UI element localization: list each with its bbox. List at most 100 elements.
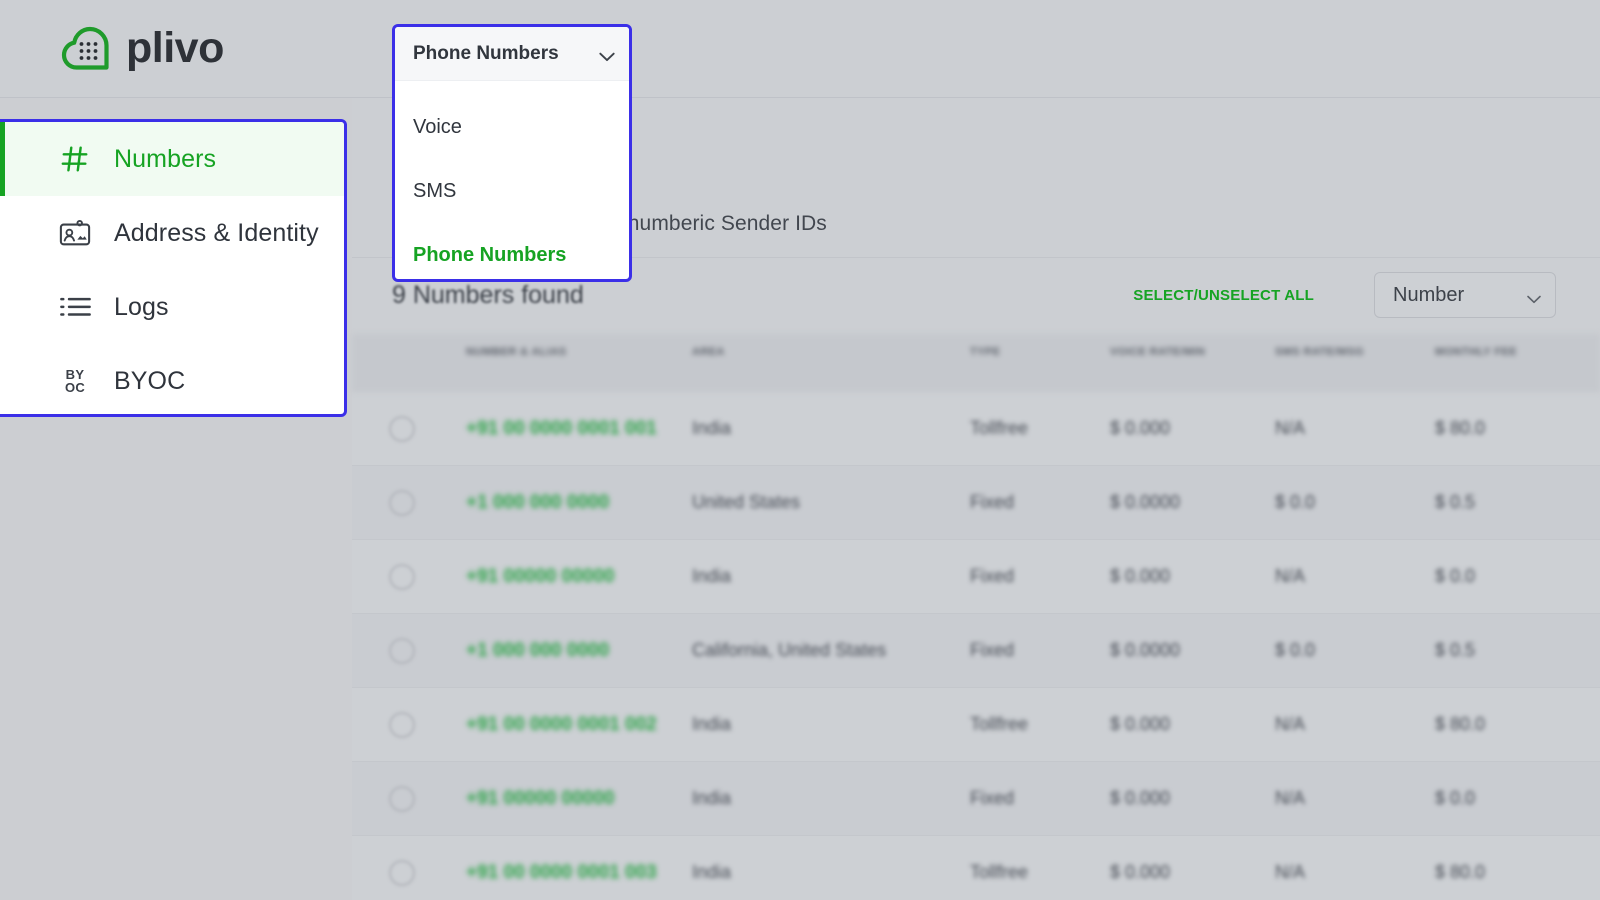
- cell-monthly-fee: $ 0.0: [1435, 788, 1585, 809]
- row-checkbox[interactable]: [389, 712, 415, 738]
- brand-name: plivo: [126, 27, 224, 70]
- numbers-table: NUMBER & ALIAS AREA TYPE VOICE RATE/MIN …: [352, 334, 1600, 900]
- cell-area: United States: [692, 492, 970, 513]
- sidebar-item-numbers[interactable]: Numbers: [0, 122, 344, 196]
- cell-type: Fixed: [970, 640, 1110, 661]
- row-checkbox-cell[interactable]: [352, 712, 452, 738]
- sidebar-item-label: Logs: [114, 293, 169, 322]
- cell-voice-rate: $ 0.0000: [1110, 640, 1275, 661]
- cell-voice-rate: $ 0.000: [1110, 566, 1275, 587]
- cell-sms-rate: $ 0.0: [1275, 492, 1435, 513]
- dropdown-option-phone-numbers[interactable]: Phone Numbers: [395, 223, 629, 282]
- row-checkbox-cell[interactable]: [352, 860, 452, 886]
- sidebar-nav-panel: Numbers Address & Identity: [0, 119, 347, 417]
- table-body: +91 00 0000 0001 001IndiaTollfree$ 0.000…: [352, 392, 1600, 900]
- hash-icon: [58, 142, 92, 176]
- row-checkbox[interactable]: [389, 638, 415, 664]
- header-cell-voice-rate: VOICE RATE/MIN: [1110, 346, 1275, 360]
- cell-sms-rate: N/A: [1275, 714, 1435, 735]
- table-row[interactable]: +91 00 0000 0001 001IndiaTollfree$ 0.000…: [352, 392, 1600, 466]
- sidebar-item-address-identity[interactable]: Address & Identity: [0, 196, 344, 270]
- cell-number: +1 000 000 0000: [452, 640, 692, 662]
- cell-type: Tollfree: [970, 418, 1110, 439]
- cell-voice-rate: $ 0.000: [1110, 862, 1275, 883]
- cell-monthly-fee: $ 0.0: [1435, 566, 1585, 587]
- cell-type: Fixed: [970, 566, 1110, 587]
- cell-voice-rate: $ 0.000: [1110, 418, 1275, 439]
- row-checkbox-cell[interactable]: [352, 490, 452, 516]
- cell-number: +91 00000 00000: [452, 566, 692, 588]
- header-cell-number-alias: NUMBER & ALIAS: [452, 346, 692, 360]
- id-card-icon: [58, 216, 92, 250]
- cell-number: +91 00000 00000: [452, 788, 692, 810]
- sidebar-item-byoc[interactable]: BYOC BYOC: [0, 344, 344, 417]
- sidebar-item-label: Address & Identity: [114, 219, 319, 248]
- cell-monthly-fee: $ 80.0: [1435, 714, 1585, 735]
- list-icon: [58, 290, 92, 324]
- table-header-row: NUMBER & ALIAS AREA TYPE VOICE RATE/MIN …: [352, 334, 1600, 392]
- cell-sms-rate: N/A: [1275, 788, 1435, 809]
- cell-sms-rate: N/A: [1275, 418, 1435, 439]
- cell-area: India: [692, 714, 970, 735]
- cell-number: +91 00 0000 0001 001: [452, 418, 692, 440]
- header-cell-area: AREA: [692, 346, 970, 360]
- cell-voice-rate: $ 0.000: [1110, 788, 1275, 809]
- row-checkbox[interactable]: [389, 786, 415, 812]
- top-bar: plivo: [0, 0, 1600, 98]
- select-unselect-all-button[interactable]: SELECT/UNSELECT ALL: [1133, 287, 1314, 304]
- table-row[interactable]: +91 00 0000 0001 003IndiaTollfree$ 0.000…: [352, 836, 1600, 900]
- header-cell-monthly-fee: MONTHLY FEE: [1435, 346, 1585, 360]
- dropdown-options-list: Voice SMS Phone Numbers: [395, 81, 629, 282]
- table-row[interactable]: +91 00 0000 0001 002IndiaTollfree$ 0.000…: [352, 688, 1600, 762]
- cell-number: +1 000 000 0000: [452, 492, 692, 514]
- cell-type: Tollfree: [970, 862, 1110, 883]
- dropdown-toggle[interactable]: Phone Numbers: [395, 27, 629, 81]
- cell-type: Fixed: [970, 492, 1110, 513]
- row-checkbox-cell[interactable]: [352, 638, 452, 664]
- row-checkbox-cell[interactable]: [352, 416, 452, 442]
- row-checkbox[interactable]: [389, 564, 415, 590]
- cell-area: India: [692, 566, 970, 587]
- byoc-icon-text: BYOC: [65, 368, 85, 394]
- brand-logo[interactable]: plivo: [60, 24, 224, 72]
- sidebar-item-logs[interactable]: Logs: [0, 270, 344, 344]
- cell-type: Fixed: [970, 788, 1110, 809]
- row-checkbox-cell[interactable]: [352, 786, 452, 812]
- row-checkbox-cell[interactable]: [352, 564, 452, 590]
- dropdown-option-sms[interactable]: SMS: [395, 159, 629, 223]
- dropdown-selected-label: Phone Numbers: [413, 43, 559, 65]
- cell-monthly-fee: $ 0.5: [1435, 492, 1585, 513]
- chevron-down-icon: [599, 49, 613, 58]
- cloud-keypad-icon: [60, 24, 114, 72]
- cell-type: Tollfree: [970, 714, 1110, 735]
- row-checkbox[interactable]: [389, 416, 415, 442]
- cell-voice-rate: $ 0.0000: [1110, 492, 1275, 513]
- cell-number: +91 00 0000 0001 003: [452, 862, 692, 884]
- app-window: plivo New Number Alphanumberic Sender ID…: [0, 0, 1600, 900]
- cell-sms-rate: N/A: [1275, 862, 1435, 883]
- cell-area: California, United States: [692, 640, 970, 661]
- cell-area: India: [692, 862, 970, 883]
- cell-sms-rate: N/A: [1275, 566, 1435, 587]
- dropdown-option-voice[interactable]: Voice: [395, 95, 629, 159]
- results-count: 9 Numbers found: [392, 281, 584, 310]
- cell-area: India: [692, 788, 970, 809]
- table-row[interactable]: +91 00000 00000IndiaFixed$ 0.000N/A$ 0.0: [352, 762, 1600, 836]
- table-row[interactable]: +1 000 000 0000California, United States…: [352, 614, 1600, 688]
- cell-monthly-fee: $ 80.0: [1435, 418, 1585, 439]
- cell-voice-rate: $ 0.000: [1110, 714, 1275, 735]
- sort-by-select[interactable]: Number: [1374, 272, 1556, 318]
- header-cell-sms-rate: SMS RATE/MSG: [1275, 346, 1435, 360]
- sidebar-item-label: BYOC: [114, 367, 185, 396]
- row-checkbox[interactable]: [389, 490, 415, 516]
- product-switcher-dropdown: Phone Numbers Voice SMS Phone Numbers: [392, 24, 632, 282]
- row-checkbox[interactable]: [389, 860, 415, 886]
- cell-sms-rate: $ 0.0: [1275, 640, 1435, 661]
- sidebar-item-label: Numbers: [114, 145, 216, 174]
- byoc-icon: BYOC: [58, 364, 92, 398]
- cell-monthly-fee: $ 0.5: [1435, 640, 1585, 661]
- cell-number: +91 00 0000 0001 002: [452, 714, 692, 736]
- table-row[interactable]: +91 00000 00000IndiaFixed$ 0.000N/A$ 0.0: [352, 540, 1600, 614]
- cell-monthly-fee: $ 80.0: [1435, 862, 1585, 883]
- table-row[interactable]: +1 000 000 0000United StatesFixed$ 0.000…: [352, 466, 1600, 540]
